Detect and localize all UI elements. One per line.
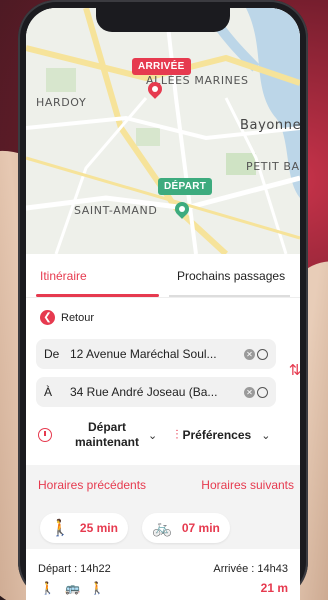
map-label-hardoy: HARDOY <box>36 96 87 109</box>
phone-frame: HARDOY ALLÉES MARINES Bayonne PETIT BA S… <box>18 0 308 600</box>
preferences-button[interactable]: Préférences <box>182 428 251 442</box>
result-arrivee: Arrivée : 14h43 <box>213 563 288 575</box>
tab-itineraire[interactable]: Itinéraire <box>26 254 163 297</box>
map-label-petit-ba: PETIT BA <box>246 160 300 173</box>
to-prefix: À <box>44 385 53 399</box>
walk-time: 25 min <box>79 521 118 535</box>
mode-chips: 🚶 25 min 🚲 07 min <box>26 505 300 549</box>
map-label-bayonne: Bayonne <box>240 118 300 133</box>
result-card[interactable]: Départ : 14h22 Arrivée : 14h43 <box>26 549 300 575</box>
route-map[interactable]: HARDOY ALLÉES MARINES Bayonne PETIT BA S… <box>26 8 300 254</box>
arrivee-tag: ARRIVÉE <box>132 58 191 75</box>
tab-bar: Itinéraire Prochains passages <box>26 254 300 298</box>
result-depart: Départ : 14h22 <box>38 563 111 575</box>
horaires-bar: Horaires précédents Horaires suivants <box>26 465 300 505</box>
trip-options: Départ maintenant ⌄ ⫶ Préférences ⌄ <box>38 415 300 455</box>
depart-selector[interactable]: Départ maintenant <box>72 420 142 450</box>
walk-icon: 🚶 <box>50 520 70 537</box>
clear-from-icon[interactable]: ✕ <box>244 348 255 360</box>
depart-tag: DÉPART <box>158 178 213 195</box>
result-mode-icons: 🚶 🚌 🚶 21 m <box>26 575 300 595</box>
phone-notch <box>96 8 230 32</box>
bike-mode-chip[interactable]: 🚲 07 min <box>141 513 230 543</box>
walk-mode-chip[interactable]: 🚶 25 min <box>40 513 128 543</box>
from-address[interactable]: 12 Avenue Maréchal Soul... <box>70 347 240 361</box>
bike-icon: 🚲 <box>151 520 172 537</box>
tab-prochains-passages[interactable]: Prochains passages <box>163 254 300 297</box>
walk-icon: 🚶 <box>40 581 55 595</box>
bus-icon: 🚌 <box>64 581 80 595</box>
from-field[interactable]: De 12 Avenue Maréchal Soul... ✕ <box>36 339 276 369</box>
locate-from-icon[interactable] <box>257 348 268 360</box>
back-arrow-icon: ❮ <box>40 310 55 325</box>
map-label-saint-amand: SAINT-AMAND <box>74 204 158 217</box>
bike-time: 07 min <box>181 521 220 535</box>
itinerary-panel: Itinéraire Prochains passages ❮ Retour D… <box>26 254 300 600</box>
retour-button[interactable]: ❮ Retour <box>40 310 300 325</box>
horaires-precedents-link[interactable]: Horaires précédents <box>38 478 146 492</box>
result-duration: 21 m <box>260 581 288 595</box>
app-screen: HARDOY ALLÉES MARINES Bayonne PETIT BA S… <box>26 8 300 600</box>
from-prefix: De <box>44 347 60 361</box>
depart-line1: Départ <box>87 420 126 434</box>
route-inputs: De 12 Avenue Maréchal Soul... ✕ À 34 Rue… <box>36 339 300 407</box>
clock-icon <box>38 428 52 442</box>
retour-label: Retour <box>61 311 95 324</box>
sliders-icon: ⫶ <box>175 427 179 442</box>
to-address[interactable]: 34 Rue André Joseau (Ba... <box>70 385 240 399</box>
locate-to-icon[interactable] <box>257 386 268 398</box>
swap-icon[interactable]: ⇅ <box>286 361 300 381</box>
walk-icon: 🚶 <box>89 581 105 595</box>
horaires-suivants-link[interactable]: Horaires suivants <box>201 478 294 492</box>
chevron-down-icon[interactable]: ⌄ <box>261 429 270 442</box>
depart-line2: maintenant <box>74 435 139 449</box>
chevron-down-icon[interactable]: ⌄ <box>148 429 157 442</box>
clear-to-icon[interactable]: ✕ <box>244 386 255 398</box>
to-field[interactable]: À 34 Rue André Joseau (Ba... ✕ <box>36 377 276 407</box>
